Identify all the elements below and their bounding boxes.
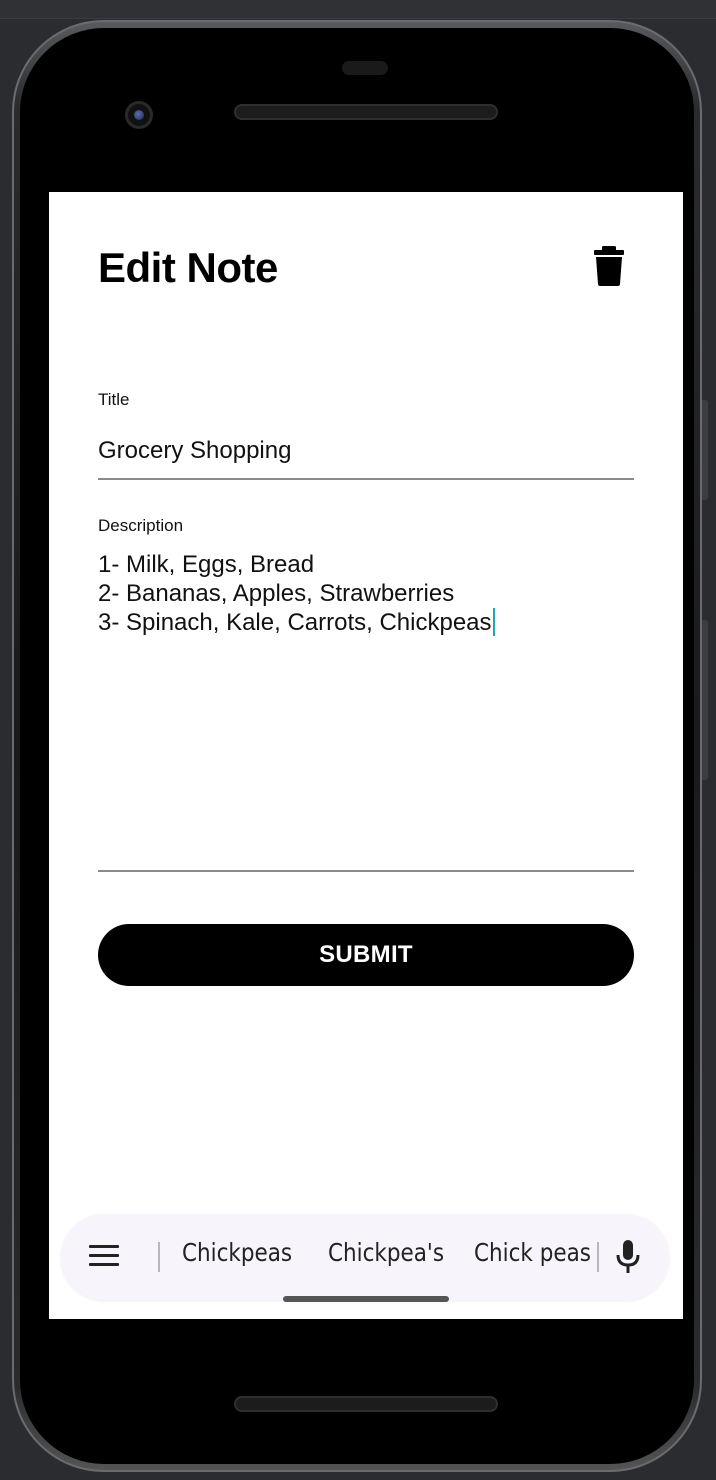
front-camera <box>125 101 153 129</box>
description-label: Description <box>98 516 184 535</box>
page-title: Edit Note <box>98 244 278 291</box>
device-frame: Edit Note Title Description 1- Milk, Egg… <box>12 20 708 1472</box>
app-screen: Edit Note Title Description 1- Milk, Egg… <box>49 192 683 1319</box>
description-line: 1- Milk, Eggs, Bread <box>98 551 315 578</box>
submit-button[interactable]: SUBMIT <box>98 924 634 986</box>
suggestion-divider <box>597 1242 599 1272</box>
suggestion-chip[interactable]: Chick peas <box>474 1238 591 1267</box>
title-input[interactable] <box>98 424 634 480</box>
trash-icon[interactable] <box>593 246 625 286</box>
home-indicator[interactable] <box>283 1296 449 1302</box>
menu-icon[interactable] <box>89 1243 119 1269</box>
keyboard-suggestion-bar: Chickpeas Chickpea's Chick peas <box>61 1214 669 1300</box>
device-bezel: Edit Note Title Description 1- Milk, Egg… <box>20 28 694 1464</box>
suggestion-chip[interactable]: Chickpeas <box>182 1238 292 1267</box>
bottom-speaker <box>234 1396 498 1412</box>
earpiece-speaker <box>234 104 498 120</box>
suggestion-divider <box>158 1242 160 1272</box>
power-button <box>702 400 708 500</box>
emulator-toolbar <box>0 0 716 19</box>
mic-icon[interactable] <box>615 1240 641 1274</box>
description-line: 2- Bananas, Apples, Strawberries <box>98 580 455 607</box>
description-line-text: 3- Spinach, Kale, Carrots, Chickpeas <box>98 609 492 636</box>
suggestion-chip[interactable]: Chickpea's <box>328 1238 444 1267</box>
title-label: Title <box>98 390 130 409</box>
proximity-sensor <box>342 61 388 75</box>
description-input[interactable]: 1- Milk, Eggs, Bread 2- Bananas, Apples,… <box>98 550 634 872</box>
volume-button <box>702 620 708 780</box>
text-caret <box>492 608 495 636</box>
description-line-last: 3- Spinach, Kale, Carrots, Chickpeas <box>98 608 634 637</box>
